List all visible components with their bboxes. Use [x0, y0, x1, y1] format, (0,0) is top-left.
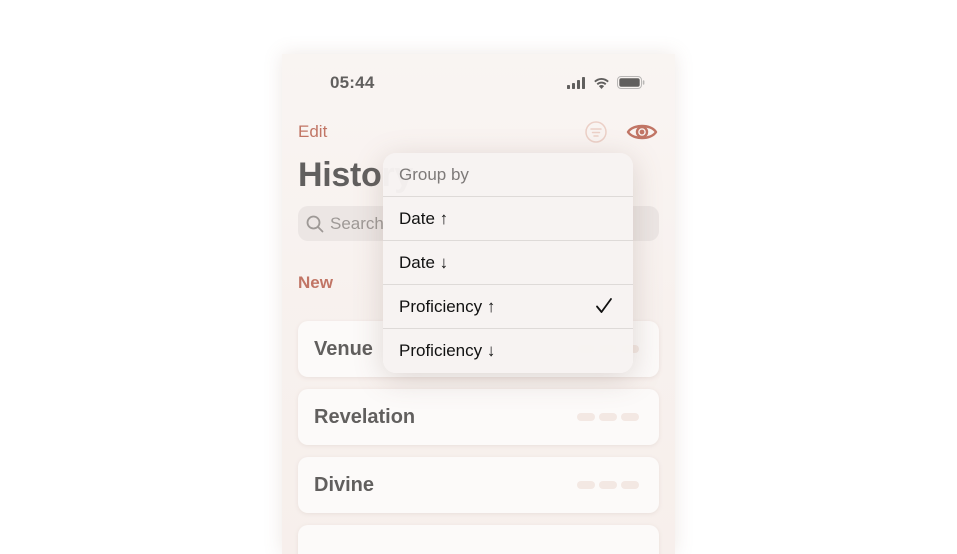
phone-screen: 05:44 Edit History Search New Venue Reve… [282, 54, 675, 554]
checkmark-icon [596, 298, 612, 313]
menu-item-label: Proficiency ↑ [399, 296, 496, 316]
menu-header: Group by [383, 153, 633, 197]
menu-item-date-asc[interactable]: Date ↑ [383, 197, 633, 241]
menu-item-label: Proficiency ↓ [399, 341, 496, 360]
menu-item-proficiency-desc[interactable]: Proficiency ↓ [383, 329, 633, 373]
menu-item-date-desc[interactable]: Date ↓ [383, 241, 633, 285]
group-by-menu: Group by Date ↑ Date ↓ Proficiency ↑ Pro… [383, 153, 633, 373]
menu-item-label: Date ↓ [399, 252, 449, 272]
menu-item-proficiency-asc[interactable]: Proficiency ↑ [383, 285, 633, 329]
menu-item-label: Date ↑ [399, 208, 449, 228]
